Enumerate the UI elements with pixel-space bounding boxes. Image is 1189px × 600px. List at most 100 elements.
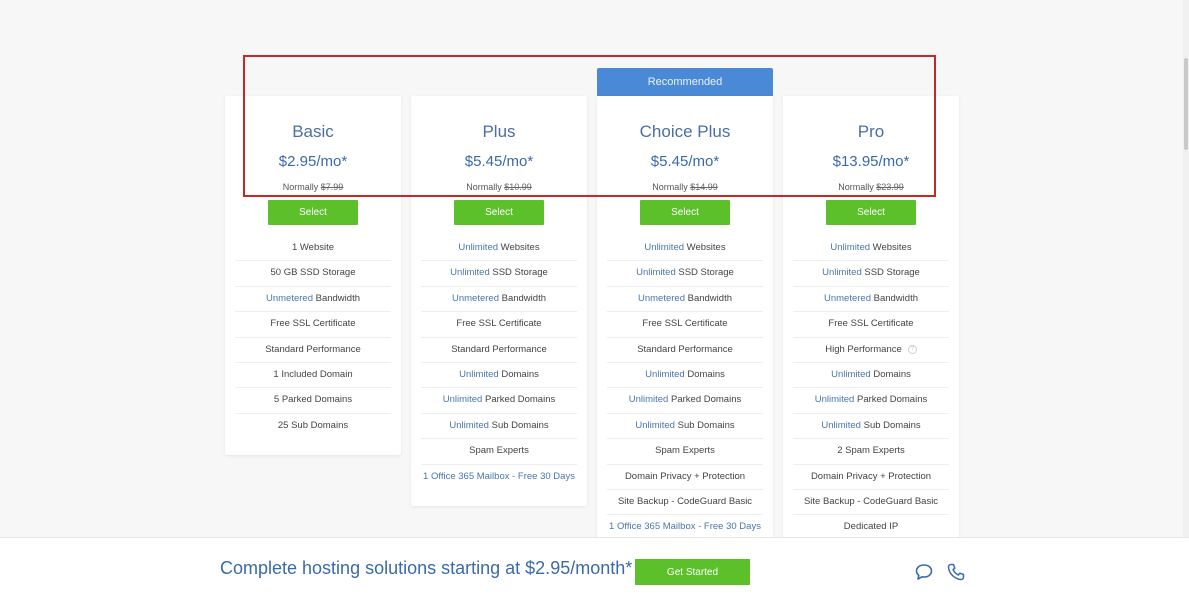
feature-item: Spam Experts xyxy=(607,439,763,465)
plan-card-basic: Basic $2.95/mo* Normally $7.99 Select 1 … xyxy=(225,96,401,455)
feature-highlight: Unlimited xyxy=(459,368,499,380)
feature-text: Standard Performance xyxy=(637,343,733,355)
feature-text: Bandwidth xyxy=(684,292,732,304)
feature-text: 25 Sub Domains xyxy=(277,419,349,431)
original-price: $23.99 xyxy=(876,182,904,192)
feature-text: 50 GB SSD Storage xyxy=(270,267,356,279)
feature-text: Free SSL Certificate xyxy=(270,318,356,330)
feature-item: Free SSL Certificate xyxy=(607,312,763,338)
feature-highlight: Unlimited xyxy=(644,242,685,253)
feature-item: Unlimited SSD Storage xyxy=(421,261,577,287)
feature-item: Standard Performance xyxy=(235,338,391,363)
feature-item: 5 Parked Domains xyxy=(235,388,391,414)
plan-price: $5.45/mo* xyxy=(650,153,720,170)
feature-highlight: Unlimited xyxy=(830,242,871,253)
scrollbar-thumb[interactable] xyxy=(1184,58,1188,150)
original-price: $14.99 xyxy=(690,182,718,192)
feature-text: Standard Performance xyxy=(451,343,547,355)
feature-item: Unlimited Domains xyxy=(793,363,949,389)
feature-text: Free SSL Certificate xyxy=(642,318,728,330)
feature-item: Domain Privacy + Protection xyxy=(793,465,949,490)
feature-text: Domains xyxy=(870,368,911,380)
feature-item: Unmetered Bandwidth xyxy=(421,287,577,313)
get-started-button[interactable]: Get Started xyxy=(635,559,750,585)
feature-item: Unmetered Bandwidth xyxy=(607,287,763,313)
feature-item: Unlimited Websites xyxy=(421,236,577,262)
feature-text: SSD Storage xyxy=(489,267,548,279)
plan-price: $5.45/mo* xyxy=(464,153,534,170)
feature-highlight: Unlimited xyxy=(635,419,675,431)
plan-card-plus: Plus $5.45/mo* Normally $10.99 Select Un… xyxy=(411,96,587,506)
feature-highlight: Unlimited xyxy=(628,394,669,406)
feature-item: Free SSL Certificate xyxy=(235,312,391,338)
feature-text: Websites xyxy=(684,242,726,253)
plan-price: $2.95/mo* xyxy=(278,153,348,170)
feature-item: Unlimited Sub Domains xyxy=(607,414,763,440)
feature-item: Standard Performance xyxy=(607,338,763,363)
feature-highlight: Unlimited xyxy=(449,419,489,431)
feature-highlight: Unmetered xyxy=(823,292,871,304)
feature-text: Dedicated IP xyxy=(843,521,899,533)
plan-normal-price: Normally $23.99 xyxy=(783,182,959,192)
feature-list: Unlimited Websites Unlimited SSD Storage U… xyxy=(793,236,949,541)
select-pro-button[interactable]: Select xyxy=(826,200,916,225)
feature-item: Site Backup - CodeGuard Basic xyxy=(607,490,763,516)
feature-item: High Performance? xyxy=(793,338,949,363)
feature-item: 1 Website xyxy=(235,236,391,262)
feature-item: Domain Privacy + Protection xyxy=(607,465,763,490)
feature-text: Site Backup - CodeGuard Basic xyxy=(617,495,753,507)
feature-highlight: Unlimited xyxy=(645,368,685,380)
phone-icon[interactable] xyxy=(946,562,966,582)
feature-highlight: Unlimited xyxy=(636,267,676,279)
feature-list: Unlimited Websites Unlimited SSD Storage U… xyxy=(607,236,763,541)
feature-list: Unlimited Websites Unlimited SSD Storage U… xyxy=(421,236,577,490)
plan-card-choice-plus: Choice Plus $5.45/mo* Normally $14.99 Se… xyxy=(597,96,773,541)
plan-name: Pro xyxy=(857,122,885,141)
feature-text: Domain Privacy + Protection xyxy=(810,470,932,482)
feature-item: Unlimited Parked Domains xyxy=(793,388,949,414)
feature-highlight: Unlimited xyxy=(450,267,490,279)
feature-item: Unlimited SSD Storage xyxy=(607,261,763,287)
feature-text: Domains xyxy=(498,368,539,380)
recommended-banner: Recommended xyxy=(597,68,773,96)
select-choice-plus-button[interactable]: Select xyxy=(640,200,730,225)
feature-text: Sub Domains xyxy=(488,419,549,431)
feature-highlight: Unmetered xyxy=(451,292,499,304)
feature-text: Sub Domains xyxy=(860,419,921,431)
feature-text: Site Backup - CodeGuard Basic xyxy=(803,495,939,507)
chat-icon[interactable] xyxy=(914,562,934,582)
feature-item: 2 Spam Experts xyxy=(793,439,949,465)
feature-item: Unlimited Parked Domains xyxy=(607,388,763,414)
feature-item: Unlimited Parked Domains xyxy=(421,388,577,414)
plan-name: Plus xyxy=(482,122,516,141)
feature-item: Spam Experts xyxy=(421,439,577,465)
feature-highlight: Unmetered xyxy=(637,292,685,304)
feature-item: Unlimited Websites xyxy=(793,236,949,262)
feature-item: Unlimited SSD Storage xyxy=(793,261,949,287)
feature-item: Site Backup - CodeGuard Basic xyxy=(793,490,949,516)
feature-highlight: Unlimited xyxy=(814,394,855,406)
feature-text: High Performance xyxy=(825,343,902,355)
plan-name: Basic xyxy=(292,122,334,141)
feature-text: Free SSL Certificate xyxy=(828,318,914,330)
feature-item: Unlimited Domains xyxy=(421,363,577,389)
select-plus-button[interactable]: Select xyxy=(454,200,544,225)
feature-text: Sub Domains xyxy=(674,419,735,431)
info-icon[interactable]: ? xyxy=(907,344,917,354)
select-basic-button[interactable]: Select xyxy=(268,200,358,225)
feature-highlight: Unlimited xyxy=(821,419,861,431)
feature-text: Parked Domains xyxy=(854,394,928,406)
normally-label: Normally xyxy=(838,182,874,192)
feature-item: Unlimited Sub Domains xyxy=(421,414,577,440)
feature-highlight: Unlimited xyxy=(442,394,483,406)
feature-text: SSD Storage xyxy=(675,267,734,279)
feature-highlight: Unlimited xyxy=(822,267,862,279)
normally-label: Normally xyxy=(282,182,319,192)
feature-text: Parked Domains xyxy=(482,394,556,406)
feature-text: Websites xyxy=(498,242,540,253)
feature-highlight: Unlimited xyxy=(831,368,871,380)
feature-text: Spam Experts xyxy=(469,445,529,457)
scrollbar[interactable] xyxy=(1183,0,1189,600)
normally-label: Normally xyxy=(466,182,502,192)
feature-text: Parked Domains xyxy=(668,394,742,406)
